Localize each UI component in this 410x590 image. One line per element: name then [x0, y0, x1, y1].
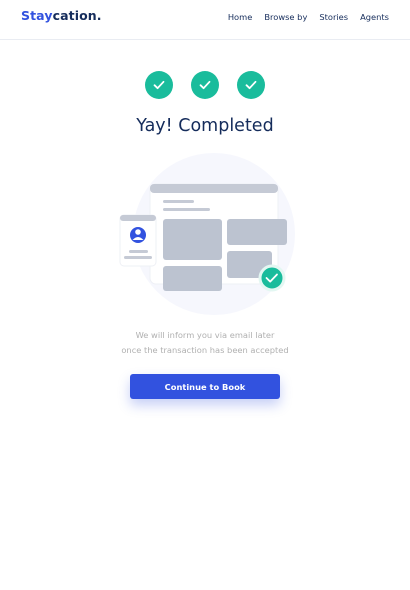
check-icon [245, 80, 257, 90]
user-avatar-icon [130, 227, 146, 243]
page-title: Yay! Completed [136, 116, 274, 136]
check-icon [153, 80, 165, 90]
completed-illustration [112, 150, 302, 318]
step-3-complete [237, 71, 265, 99]
message-line-2: once the transaction has been accepted [121, 345, 289, 355]
brand-accent: Stay [21, 8, 53, 23]
nav-link-agents[interactable]: Agents [360, 12, 389, 22]
document-header [150, 184, 278, 193]
nav-link-browse-by[interactable]: Browse by [264, 12, 307, 22]
confirmation-message: We will inform you via email later once … [0, 328, 410, 358]
nav-link-stories[interactable]: Stories [319, 12, 348, 22]
brand-logo[interactable]: Staycation. [21, 8, 102, 23]
step-1-complete [145, 71, 173, 99]
continue-to-book-button[interactable]: Continue to Book [130, 374, 280, 399]
check-icon [199, 80, 211, 90]
step-2-complete [191, 71, 219, 99]
navbar: Staycation. Home Browse by Stories Agent… [0, 0, 410, 40]
message-line-1: We will inform you via email later [135, 330, 275, 340]
brand-rest: cation. [52, 8, 102, 23]
nav-link-home[interactable]: Home [228, 12, 253, 22]
nav-links: Home Browse by Stories Agents [228, 12, 389, 22]
progress-steps [0, 71, 410, 99]
check-badge-icon [258, 264, 286, 292]
